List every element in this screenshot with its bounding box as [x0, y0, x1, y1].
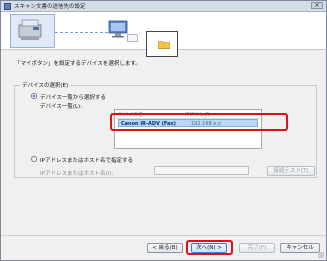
device-list-label: デバイス一覧(L):	[40, 104, 83, 110]
connection-test-button[interactable]: 接続テスト(T)	[267, 166, 315, 176]
cancel-button[interactable]: キャンセル	[280, 243, 320, 253]
destination-folder-box	[146, 31, 178, 57]
resize-grip[interactable]	[318, 252, 324, 258]
document-icon	[127, 34, 138, 42]
flow-arrow	[55, 32, 113, 33]
folder-icon	[158, 41, 170, 49]
dialog-window: スキャン文書の送信先の設定 ✕ 「マイボタン」を設定するデバイスを選択します。 …	[0, 0, 327, 261]
select-from-list-label: デバイス一覧から選択する	[40, 95, 106, 101]
finish-button[interactable]: 完了(F)	[239, 243, 275, 253]
back-button[interactable]: < 戻る(B)	[147, 243, 183, 253]
ip-host-input[interactable]	[154, 166, 249, 175]
instruction-text: 「マイボタン」を設定するデバイスを選択します。	[15, 61, 141, 67]
ip-host-label: IPアドレスまたはホスト名(I):	[40, 171, 114, 177]
printer-icon	[18, 19, 42, 40]
specify-ip-radio[interactable]	[31, 156, 37, 162]
title-bar: スキャン文書の送信先の設定 ✕	[1, 1, 326, 12]
app-icon	[4, 2, 11, 10]
close-button[interactable]: ✕	[311, 2, 323, 9]
selection-highlight-annotation	[110, 113, 288, 131]
device-selection-label: デバイスの選択(E)	[20, 81, 71, 89]
computer-icon	[108, 20, 128, 38]
wizard-banner	[1, 12, 326, 57]
next-highlight-annotation	[186, 240, 233, 255]
window-title: スキャン文書の送信先の設定	[14, 4, 86, 10]
select-from-list-radio[interactable]	[31, 93, 37, 99]
footer-divider	[1, 235, 326, 236]
specify-ip-label: IPアドレスまたはホスト名で指定する	[40, 158, 133, 164]
device-step-panel	[10, 14, 55, 48]
